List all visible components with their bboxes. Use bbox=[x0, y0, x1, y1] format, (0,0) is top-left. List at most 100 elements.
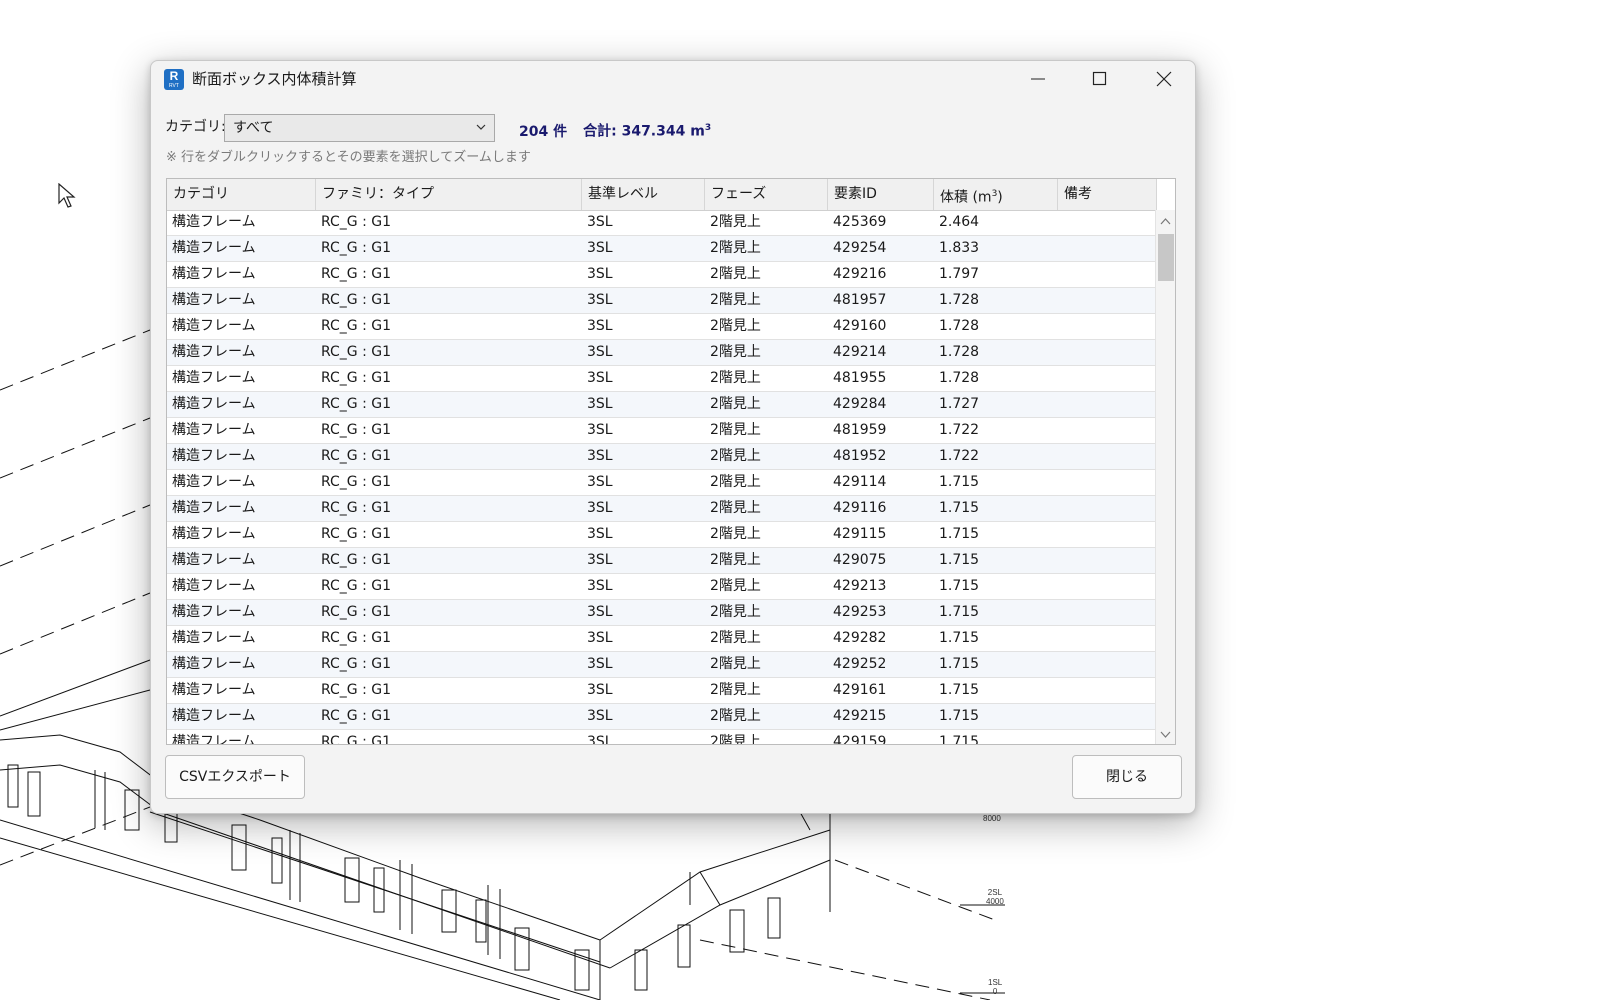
cell-notes bbox=[1058, 210, 1157, 235]
cell-volume: 1.715 bbox=[939, 656, 980, 672]
total-volume: 合計: 347.344 m bbox=[583, 123, 705, 140]
vertical-scrollbar[interactable] bbox=[1155, 210, 1175, 744]
cell-level: 3SL bbox=[587, 214, 613, 230]
revit-app-icon: R RVT bbox=[164, 69, 184, 90]
summary-text: 204 件合計: 347.344 m3 bbox=[519, 118, 711, 142]
table-row[interactable]: 構造フレーム RC_G : G1 3SL 2階見上 481955 1.728 bbox=[167, 366, 1157, 392]
close-window-button[interactable] bbox=[1133, 61, 1195, 97]
cell-family-type: RC_G : G1 bbox=[321, 708, 392, 724]
table-row[interactable]: 構造フレーム RC_G : G1 3SL 2階見上 481957 1.728 bbox=[167, 288, 1157, 314]
item-count: 204 件 bbox=[519, 123, 568, 140]
cell-volume: 1.728 bbox=[939, 370, 980, 386]
col-header-category[interactable]: カテゴリ bbox=[167, 179, 316, 210]
chevron-down-icon bbox=[476, 124, 486, 130]
maximize-button[interactable] bbox=[1069, 61, 1131, 97]
cell-family-type: RC_G : G1 bbox=[321, 604, 392, 620]
col-header-notes[interactable]: 備考 bbox=[1058, 179, 1157, 210]
table-row[interactable]: 構造フレーム RC_G : G1 3SL 2階見上 429254 1.833 bbox=[167, 236, 1157, 262]
table-row[interactable]: 構造フレーム RC_G : G1 3SL 2階見上 429214 1.728 bbox=[167, 340, 1157, 366]
cell-element-id: 429159 bbox=[833, 734, 887, 745]
table-row[interactable]: 構造フレーム RC_G : G1 3SL 2階見上 481952 1.722 bbox=[167, 444, 1157, 470]
cell-element-id: 429075 bbox=[833, 552, 887, 568]
cell-family-type: RC_G : G1 bbox=[321, 500, 392, 516]
table-header: カテゴリ ファミリ：タイプ 基準レベル フェーズ 要素ID 体積 (m3) 備考 bbox=[167, 179, 1157, 211]
table-row[interactable]: 構造フレーム RC_G : G1 3SL 2階見上 429213 1.715 bbox=[167, 574, 1157, 600]
table-row[interactable]: 構造フレーム RC_G : G1 3SL 2階見上 429282 1.715 bbox=[167, 626, 1157, 652]
cell-element-id: 425369 bbox=[833, 214, 887, 230]
table-row[interactable]: 構造フレーム RC_G : G1 3SL 2階見上 429115 1.715 bbox=[167, 522, 1157, 548]
scrollbar-thumb[interactable] bbox=[1158, 234, 1174, 281]
csv-export-button[interactable]: CSVエクスポート bbox=[165, 755, 305, 799]
mouse-cursor-icon bbox=[58, 183, 76, 208]
cell-notes bbox=[1058, 236, 1157, 261]
close-button[interactable]: 閉じる bbox=[1072, 755, 1182, 799]
col-header-phase[interactable]: フェーズ bbox=[705, 179, 828, 210]
cell-element-id: 429161 bbox=[833, 682, 887, 698]
table-row[interactable]: 構造フレーム RC_G : G1 3SL 2階見上 429114 1.715 bbox=[167, 470, 1157, 496]
cell-element-id: 429282 bbox=[833, 630, 887, 646]
table-row[interactable]: 構造フレーム RC_G : G1 3SL 2階見上 429159 1.715 bbox=[167, 730, 1157, 745]
cell-phase: 2階見上 bbox=[710, 604, 761, 620]
cell-volume: 1.715 bbox=[939, 682, 980, 698]
table-row[interactable]: 構造フレーム RC_G : G1 3SL 2階見上 429284 1.727 bbox=[167, 392, 1157, 418]
table-row[interactable]: 構造フレーム RC_G : G1 3SL 2階見上 429116 1.715 bbox=[167, 496, 1157, 522]
cell-category: 構造フレーム bbox=[172, 370, 256, 386]
results-table[interactable]: カテゴリ ファミリ：タイプ 基準レベル フェーズ 要素ID 体積 (m3) 備考… bbox=[166, 178, 1176, 745]
close-icon bbox=[1156, 71, 1172, 87]
cell-level: 3SL bbox=[587, 370, 613, 386]
cell-phase: 2階見上 bbox=[710, 318, 761, 334]
col-header-family-type[interactable]: ファミリ：タイプ bbox=[316, 179, 582, 210]
cell-level: 3SL bbox=[587, 318, 613, 334]
cell-notes bbox=[1058, 470, 1157, 495]
maximize-icon bbox=[1092, 71, 1107, 86]
cell-volume: 1.715 bbox=[939, 734, 980, 745]
cell-element-id: 429116 bbox=[833, 500, 887, 516]
table-row[interactable]: 構造フレーム RC_G : G1 3SL 2階見上 429160 1.728 bbox=[167, 314, 1157, 340]
cell-phase: 2階見上 bbox=[710, 682, 761, 698]
cell-notes bbox=[1058, 340, 1157, 365]
table-row[interactable]: 構造フレーム RC_G : G1 3SL 2階見上 429215 1.715 bbox=[167, 704, 1157, 730]
cell-family-type: RC_G : G1 bbox=[321, 578, 392, 594]
cell-phase: 2階見上 bbox=[710, 552, 761, 568]
cell-element-id: 429213 bbox=[833, 578, 887, 594]
cell-notes bbox=[1058, 548, 1157, 573]
cell-level: 3SL bbox=[587, 526, 613, 542]
col-header-level[interactable]: 基準レベル bbox=[582, 179, 705, 210]
scroll-down-icon[interactable] bbox=[1160, 731, 1171, 738]
table-row[interactable]: 構造フレーム RC_G : G1 3SL 2階見上 429252 1.715 bbox=[167, 652, 1157, 678]
hint-text: ※ 行をダブルクリックするとその要素を選択してズームします bbox=[166, 150, 531, 165]
cell-phase: 2階見上 bbox=[710, 708, 761, 724]
title-bar[interactable]: R RVT 断面ボックス内体積計算 bbox=[151, 61, 1195, 97]
cell-volume: 1.715 bbox=[939, 552, 980, 568]
cell-element-id: 481959 bbox=[833, 422, 887, 438]
scroll-up-icon[interactable] bbox=[1160, 218, 1171, 225]
cell-element-id: 429284 bbox=[833, 396, 887, 412]
cell-phase: 2階見上 bbox=[710, 344, 761, 360]
cell-family-type: RC_G : G1 bbox=[321, 552, 392, 568]
cell-category: 構造フレーム bbox=[172, 682, 256, 698]
cell-family-type: RC_G : G1 bbox=[321, 526, 392, 542]
cell-phase: 2階見上 bbox=[710, 526, 761, 542]
cell-phase: 2階見上 bbox=[710, 266, 761, 282]
cell-category: 構造フレーム bbox=[172, 214, 256, 230]
category-select[interactable]: すべて bbox=[224, 114, 495, 142]
cell-category: 構造フレーム bbox=[172, 526, 256, 542]
cell-level: 3SL bbox=[587, 422, 613, 438]
cell-volume: 1.722 bbox=[939, 422, 980, 438]
table-row[interactable]: 構造フレーム RC_G : G1 3SL 2階見上 429161 1.715 bbox=[167, 678, 1157, 704]
cell-element-id: 481955 bbox=[833, 370, 887, 386]
minimize-button[interactable] bbox=[1007, 61, 1069, 97]
table-row[interactable]: 構造フレーム RC_G : G1 3SL 2階見上 429216 1.797 bbox=[167, 262, 1157, 288]
table-row[interactable]: 構造フレーム RC_G : G1 3SL 2階見上 425369 2.464 bbox=[167, 210, 1157, 236]
table-row[interactable]: 構造フレーム RC_G : G1 3SL 2階見上 481959 1.722 bbox=[167, 418, 1157, 444]
table-row[interactable]: 構造フレーム RC_G : G1 3SL 2階見上 429253 1.715 bbox=[167, 600, 1157, 626]
cell-level: 3SL bbox=[587, 344, 613, 360]
cell-element-id: 481957 bbox=[833, 292, 887, 308]
cell-family-type: RC_G : G1 bbox=[321, 318, 392, 334]
cell-level: 3SL bbox=[587, 240, 613, 256]
table-row[interactable]: 構造フレーム RC_G : G1 3SL 2階見上 429075 1.715 bbox=[167, 548, 1157, 574]
col-header-element-id[interactable]: 要素ID bbox=[828, 179, 934, 210]
cell-phase: 2階見上 bbox=[710, 630, 761, 646]
cell-level: 3SL bbox=[587, 630, 613, 646]
col-header-volume[interactable]: 体積 (m3) bbox=[934, 179, 1058, 210]
